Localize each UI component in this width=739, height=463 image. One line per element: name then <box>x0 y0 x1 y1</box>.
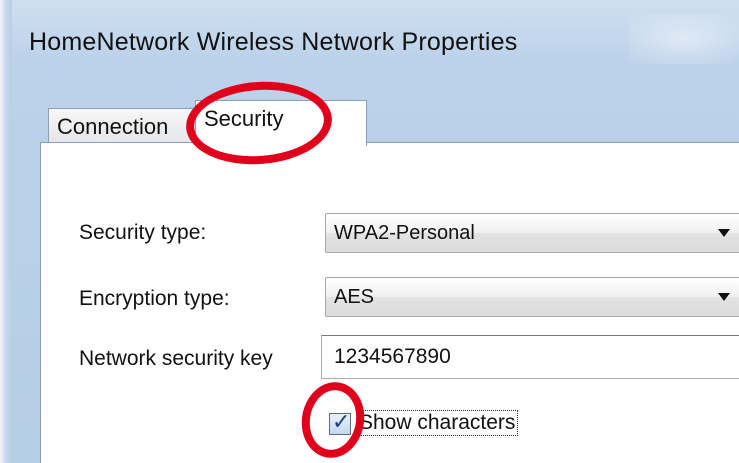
tab-strip: Connection Security <box>40 100 739 146</box>
dialog-window: HomeNetwork Wireless Network Properties … <box>0 0 739 463</box>
tab-security[interactable]: Security <box>195 100 367 146</box>
title-bar-glow <box>629 14 739 64</box>
network-key-input[interactable]: 1234567890 <box>321 335 739 379</box>
checkmark-icon: ✓ <box>332 410 351 435</box>
show-characters-label[interactable]: Show characters <box>355 410 519 436</box>
show-characters-checkbox[interactable]: ✓ <box>329 410 351 435</box>
security-tab-panel: Security type: WPA2-Personal Encryption … <box>40 142 739 463</box>
chevron-down-icon <box>718 229 730 237</box>
tab-connection[interactable]: Connection <box>48 108 202 146</box>
network-key-label: Network security key <box>79 347 273 370</box>
security-type-value: WPA2-Personal <box>334 222 475 244</box>
encryption-type-value: AES <box>334 286 375 308</box>
encryption-type-dropdown[interactable]: AES <box>325 277 739 317</box>
security-type-dropdown[interactable]: WPA2-Personal <box>325 213 739 253</box>
window-left-frame <box>0 0 12 463</box>
security-type-label: Security type: <box>79 221 207 244</box>
chevron-down-icon <box>718 293 730 301</box>
encryption-type-label: Encryption type: <box>79 287 230 310</box>
title-bar[interactable]: HomeNetwork Wireless Network Properties <box>12 0 739 92</box>
window-title: HomeNetwork Wireless Network Properties <box>29 28 518 56</box>
